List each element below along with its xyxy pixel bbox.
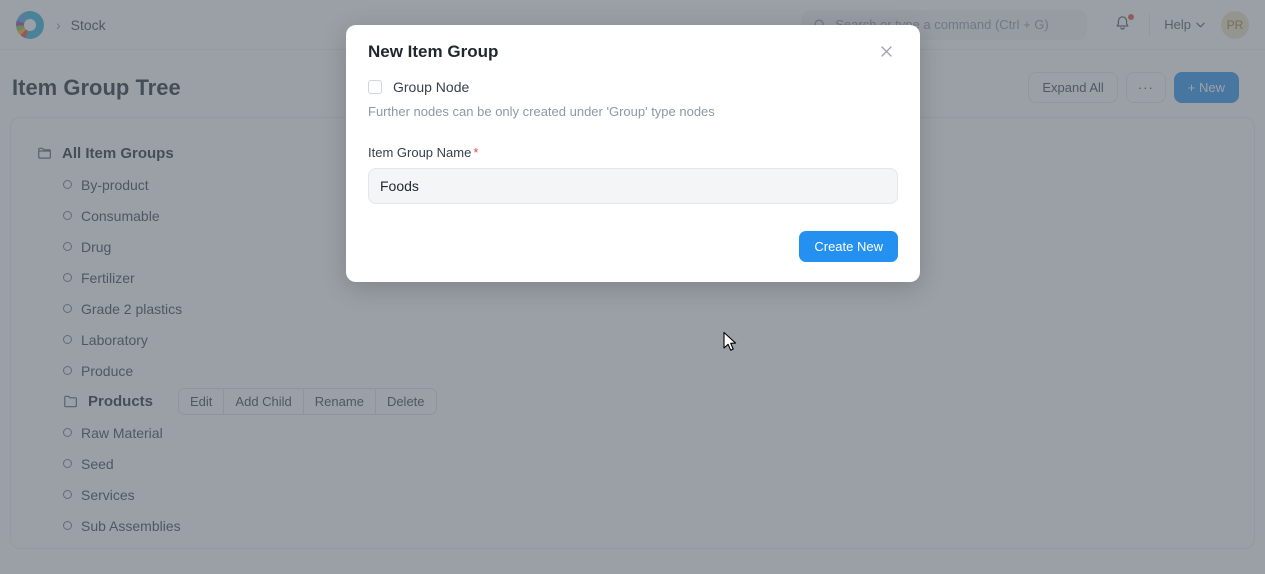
group-node-checkbox-row[interactable]: Group Node — [368, 79, 898, 95]
required-asterisk: * — [473, 145, 479, 160]
group-node-help-text: Further nodes can be only created under … — [368, 104, 715, 119]
dialog-title: New Item Group — [368, 42, 499, 61]
new-item-group-dialog: New Item Group Group Node Further nodes … — [346, 25, 920, 282]
item-group-name-label-text: Item Group Name — [368, 145, 472, 160]
item-group-name-input[interactable] — [368, 168, 898, 204]
arrow-cursor-icon — [723, 331, 737, 351]
group-node-checkbox-label: Group Node — [393, 79, 470, 95]
dialog-header: New Item Group — [346, 25, 920, 65]
dialog-footer: Create New — [346, 204, 920, 282]
item-group-name-label: Item Group Name * — [368, 145, 898, 160]
close-icon[interactable] — [875, 42, 898, 65]
dialog-body: Group Node Further nodes can be only cre… — [346, 65, 920, 204]
create-new-button[interactable]: Create New — [799, 231, 898, 262]
group-node-checkbox[interactable] — [368, 80, 382, 94]
